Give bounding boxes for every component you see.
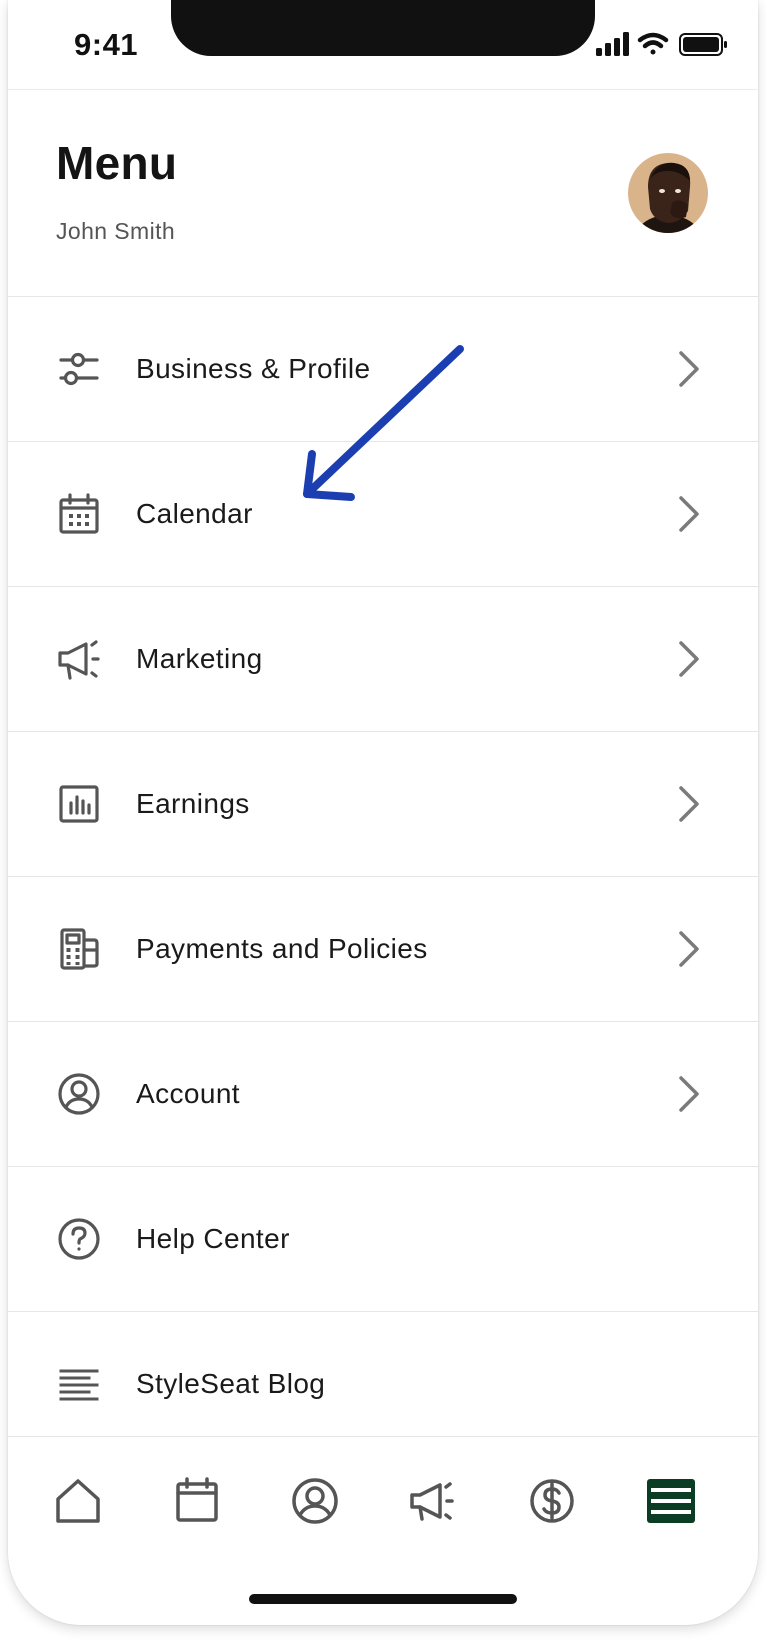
chevron-right-icon bbox=[676, 349, 702, 389]
menu-item-styleseat-blog[interactable]: StyleSeat Blog bbox=[8, 1311, 758, 1456]
menu-item-help-center[interactable]: Help Center bbox=[8, 1166, 758, 1311]
megaphone-icon bbox=[410, 1482, 454, 1521]
status-time: 9:41 bbox=[74, 27, 139, 62]
battery-icon bbox=[679, 33, 727, 56]
bar-chart-icon bbox=[56, 781, 102, 827]
signal-icon bbox=[596, 32, 629, 56]
device-notch bbox=[171, 0, 595, 56]
menu-item-label: Business & Profile bbox=[136, 353, 371, 384]
wifi-icon bbox=[637, 32, 669, 55]
tab-home[interactable] bbox=[46, 1469, 110, 1533]
menu-item-calendar[interactable]: Calendar bbox=[8, 441, 758, 586]
chevron-right-icon bbox=[676, 639, 702, 679]
calendar-icon bbox=[56, 491, 102, 537]
avatar[interactable] bbox=[628, 153, 708, 233]
menu-item-label: Help Center bbox=[136, 1223, 290, 1254]
user-name: John Smith bbox=[56, 218, 176, 244]
avatar-photo bbox=[628, 153, 708, 233]
tab-calendar[interactable] bbox=[165, 1469, 229, 1533]
home-indicator bbox=[249, 1594, 517, 1604]
menu-item-earnings[interactable]: Earnings bbox=[8, 731, 758, 876]
menu-item-label: Earnings bbox=[136, 788, 250, 819]
sliders-icon bbox=[56, 346, 102, 392]
tab-marketing[interactable] bbox=[402, 1469, 466, 1533]
header-divider bbox=[8, 89, 758, 90]
tab-profile[interactable] bbox=[283, 1469, 347, 1533]
menu-item-account[interactable]: Account bbox=[8, 1021, 758, 1166]
chevron-right-icon bbox=[676, 784, 702, 824]
chevron-right-icon bbox=[676, 1074, 702, 1114]
menu-list: Business & Profile Calendar Marketing Ea… bbox=[8, 296, 758, 1456]
chevron-right-icon bbox=[676, 494, 702, 534]
phone-screen: 9:41 Menu John Smith Business & Profile … bbox=[8, 0, 758, 1625]
chevron-right-icon bbox=[676, 929, 702, 969]
menu-item-label: Calendar bbox=[136, 498, 253, 529]
tab-menu[interactable] bbox=[639, 1469, 703, 1533]
tab-earnings[interactable] bbox=[520, 1469, 584, 1533]
menu-item-label: Payments and Policies bbox=[136, 933, 428, 964]
text-lines-icon bbox=[56, 1361, 102, 1407]
menu-item-business-profile[interactable]: Business & Profile bbox=[8, 296, 758, 441]
dollar-circle-icon bbox=[530, 1479, 574, 1523]
megaphone-icon bbox=[56, 636, 102, 682]
menu-item-label: Account bbox=[136, 1078, 240, 1109]
menu-item-marketing[interactable]: Marketing bbox=[8, 586, 758, 731]
menu-item-label: StyleSeat Blog bbox=[136, 1368, 326, 1399]
user-circle-icon bbox=[56, 1071, 102, 1117]
menu-item-payments-policies[interactable]: Payments and Policies bbox=[8, 876, 758, 1021]
home-icon bbox=[56, 1479, 100, 1523]
page-title: Menu bbox=[56, 137, 178, 189]
menu-item-label: Marketing bbox=[136, 643, 263, 674]
user-circle-icon bbox=[292, 1478, 338, 1524]
calendar-icon bbox=[176, 1477, 218, 1522]
payment-terminal-icon bbox=[56, 926, 102, 972]
status-icons bbox=[596, 31, 736, 61]
question-circle-icon bbox=[56, 1216, 102, 1262]
menu-icon bbox=[647, 1479, 695, 1523]
